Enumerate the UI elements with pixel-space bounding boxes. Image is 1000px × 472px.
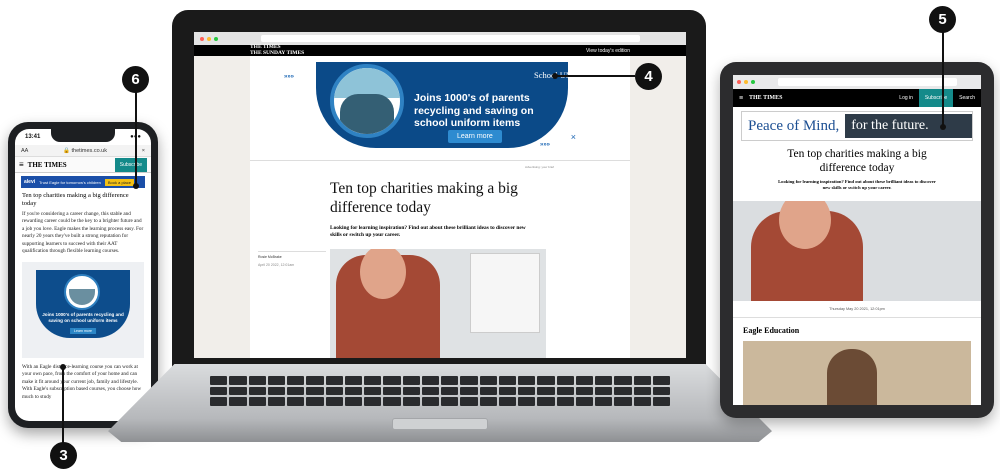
author-byline[interactable]: Rosie McBrake: [258, 251, 326, 259]
article-standfirst: Looking for learning inspiration? Find o…: [330, 225, 526, 239]
section-image: [743, 341, 971, 405]
callout-line: [555, 75, 635, 77]
address-url[interactable]: 🔒 thetimes.co.uk: [32, 148, 137, 154]
ad-caption: Joins 1000's of parents recycling and sa…: [42, 311, 124, 323]
menu-icon[interactable]: ≡: [19, 160, 24, 169]
laptop-keyboard: [210, 376, 670, 406]
text-size-button[interactable]: AA: [21, 148, 28, 154]
leaderboard-ad[interactable]: alevi Trust Eagle for tomorrow's childre…: [21, 176, 145, 188]
close-window-icon[interactable]: [737, 80, 741, 84]
maximize-window-icon[interactable]: [214, 36, 218, 41]
callout-line: [135, 92, 137, 186]
ad-headline-left: Peace of Mind,: [748, 117, 840, 134]
callout-pin: [552, 73, 558, 79]
close-icon[interactable]: ×: [142, 148, 145, 154]
phone-notch: [51, 129, 115, 142]
maximize-window-icon[interactable]: [751, 80, 755, 84]
article-hero-image: [733, 201, 981, 302]
laptop-masthead: THE TIMES THE SUNDAY TIMES View today's …: [194, 44, 686, 56]
laptop-screen: THE TIMES THE SUNDAY TIMES View today's …: [194, 32, 686, 358]
article-date: Thursday May 20 2021, 12:01pm: [733, 307, 981, 319]
article-paragraph: If you're considering a career change, t…: [22, 210, 144, 255]
article-paragraph: With an Eagle distance-learning course y…: [22, 363, 142, 400]
chevron-icon: »»»: [540, 142, 551, 148]
article: Advertising: your brief Ten top charitie…: [250, 160, 630, 358]
callout-line: [62, 366, 64, 444]
callout-marker-3: 3: [50, 442, 77, 469]
advertising-note: Advertising: your brief: [524, 165, 554, 169]
callout-marker-5: 6: [122, 66, 149, 93]
ad-headline-right: for the future.: [845, 114, 972, 138]
chevron-icon: »»»: [284, 74, 295, 80]
callout-marker-6: 5: [929, 6, 956, 33]
ad-photo-circle: [64, 273, 100, 310]
section-heading: Eagle Education: [743, 326, 800, 336]
ad-title: Joins 1000's of parents recycling and sa…: [414, 92, 534, 130]
subscribe-button[interactable]: Subscribe: [918, 89, 954, 107]
laptop-lid: THE TIMES THE SUNDAY TIMES View today's …: [172, 10, 706, 370]
ad-photo-circle: [330, 64, 404, 138]
address-bar[interactable]: [261, 35, 640, 42]
learn-more-button[interactable]: Learn more: [448, 130, 502, 143]
search-link[interactable]: Search: [953, 95, 981, 101]
menu-icon[interactable]: ≡: [733, 95, 749, 102]
phone-screen: 13:41 ●●● AA 🔒 thetimes.co.uk × ≡ THE TI…: [15, 129, 151, 421]
minimize-window-icon[interactable]: [744, 80, 748, 84]
minimize-window-icon[interactable]: [207, 36, 211, 41]
learn-more-button[interactable]: Learn more: [70, 327, 96, 334]
article-headline: Ten top charities making a big differenc…: [330, 180, 518, 217]
ad-text: Trust Eagle for tomorrow's children: [39, 179, 101, 185]
address-bar[interactable]: [778, 78, 957, 86]
leaderboard-ad[interactable]: Peace of Mind, for the future.: [741, 111, 973, 141]
article-headline: Ten top charities making a big differenc…: [787, 148, 927, 175]
phone-masthead: ≡ THE TIMES Subscribe: [15, 157, 151, 173]
callout-line: [942, 30, 944, 126]
status-time: 13:41: [25, 134, 41, 140]
article-date: April 20 2022, 12:01am: [258, 263, 295, 267]
laptop-trackpad: [392, 418, 488, 430]
ad-cta-button[interactable]: Book a place: [104, 178, 135, 186]
todays-edition-link[interactable]: View today's edition: [586, 48, 630, 54]
site-logo[interactable]: THE TIMES: [749, 95, 893, 101]
close-window-icon[interactable]: [200, 36, 204, 41]
phone-address-bar[interactable]: AA 🔒 thetimes.co.uk ×: [15, 145, 151, 157]
article-headline: Ten top charities making a big differenc…: [22, 192, 129, 207]
tablet-device: ≡ THE TIMES Log in Subscribe Search Peac…: [720, 62, 994, 418]
mpu-ad[interactable]: Joins 1000's of parents recycling and sa…: [22, 261, 144, 358]
site-logo[interactable]: THE TIMES THE SUNDAY TIMES: [250, 44, 304, 56]
callout-pin: [60, 364, 66, 370]
site-logo[interactable]: THE TIMES: [28, 161, 111, 169]
callout-pin: [940, 124, 946, 130]
callout-pin: [133, 183, 139, 189]
subscribe-button[interactable]: Subscribe: [114, 157, 147, 172]
article-standfirst: Looking for learning inspiration? Find o…: [778, 178, 936, 190]
ad-close-icon[interactable]: ×: [571, 132, 576, 142]
article-hero-image: [330, 249, 546, 358]
article-page: »»» School UNIFORM Joins 1000's of paren…: [250, 56, 630, 358]
lock-icon: 🔒: [63, 147, 70, 154]
login-link[interactable]: Log in: [893, 95, 919, 101]
device-mockup-stage: 13:41 ●●● AA 🔒 thetimes.co.uk × ≡ THE TI…: [0, 0, 1000, 472]
callout-marker-4: 4: [635, 63, 662, 90]
ad-logo: alevi: [24, 179, 36, 185]
